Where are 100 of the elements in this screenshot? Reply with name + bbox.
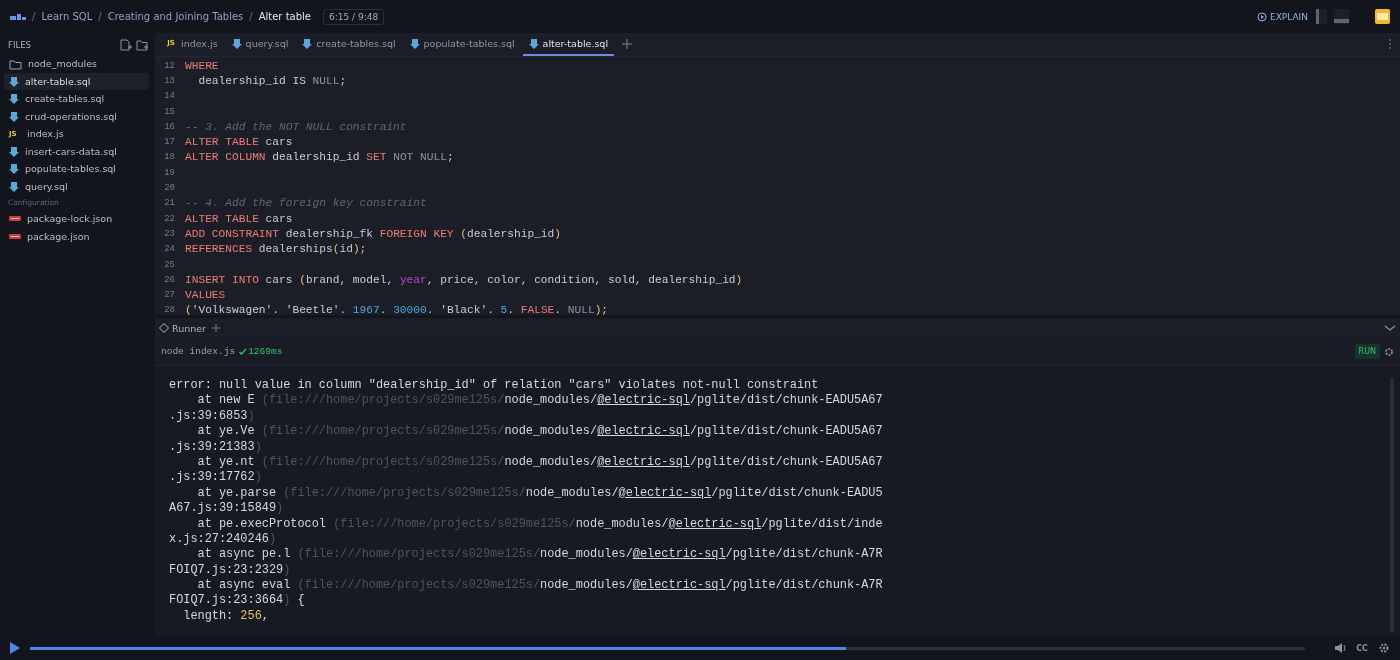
- file-tab[interactable]: alter-table.sql: [522, 33, 615, 56]
- terminal-line: at pe.execProtocol (file:///home/projects/s029me125s/node_modules/@electric-sql/pglite/dist/inde: [196, 516, 884, 532]
- line-number: 16: [163, 121, 176, 132]
- file-item[interactable]: query.sql: [4, 177, 149, 195]
- code-line: VALUES: [185, 289, 226, 302]
- terminal-line: x.js:27:240246): [169, 531, 278, 548]
- file-icon: [9, 180, 19, 192]
- file-icon: [9, 110, 19, 122]
- terminal-line: at ye.parse (file:///home/projects/s029me125s/node_modules/@electric-sql/pglite/dist/chunk-EADU5: [196, 485, 884, 502]
- line-number: 13: [163, 75, 176, 86]
- file-tab[interactable]: populate-tables.sql: [403, 33, 521, 56]
- runner-tab[interactable]: Runner: [159, 322, 206, 334]
- new-file-icon[interactable]: [120, 39, 132, 51]
- line-number: 14: [163, 91, 176, 102]
- line-number: 17: [163, 137, 176, 148]
- file-icon: [302, 37, 313, 49]
- terminal-line: FOIQ7.js:23:2329): [169, 562, 292, 579]
- terminal-line: at async pe.l (file:///home/projects/s029me125s/node_modules/@electric-sql/pglite/dist/chunk-A7R: [196, 547, 884, 563]
- panel-layout-icon[interactable]: [1334, 9, 1349, 24]
- play-circle-icon: [1256, 11, 1267, 22]
- files-heading: FILES: [8, 40, 32, 50]
- terminal-line: .js:39:21383): [169, 439, 263, 455]
- run-command: node index.js: [161, 346, 236, 357]
- line-number: 18: [163, 152, 176, 163]
- settings-icon[interactable]: [1384, 346, 1394, 357]
- run-duration: 1269ms: [239, 346, 283, 357]
- code-line: REFERENCES dealerships(id);: [185, 243, 367, 256]
- file-item[interactable]: node_modules: [4, 55, 149, 73]
- captions-button[interactable]: CC: [1356, 643, 1368, 653]
- code-line: WHERE: [185, 59, 219, 72]
- line-number: 20: [163, 183, 176, 193]
- explain-button[interactable]: EXPLAIN: [1256, 11, 1308, 22]
- breadcrumb-link[interactable]: Creating and Joining Tables: [107, 11, 244, 22]
- diamond-icon: [159, 323, 169, 333]
- code-line: -- 3. Add the NOT NULL constraint: [185, 120, 407, 133]
- terminal-line: at async eval (file:///home/projects/s029me125s/node_modules/@electric-sql/pglite/dist/chunk-A7R: [196, 578, 884, 594]
- line-number: 26: [163, 274, 176, 285]
- file-icon: [9, 163, 19, 175]
- code-line: ALTER TABLE cars: [185, 136, 293, 149]
- progress-bar[interactable]: [30, 646, 1306, 650]
- run-button[interactable]: RUN: [1354, 344, 1380, 359]
- line-number: 23: [163, 228, 176, 239]
- file-item[interactable]: insert-cars-data.sql: [4, 142, 149, 160]
- file-item[interactable]: create-tables.sql: [4, 90, 149, 108]
- file-icon: [9, 145, 19, 157]
- plus-icon: [622, 39, 633, 49]
- settings-icon[interactable]: [1378, 642, 1390, 654]
- file-item[interactable]: package-lock.json: [4, 210, 149, 228]
- code-line: ALTER COLUMN dealership_id SET NOT NULL;: [185, 151, 454, 164]
- new-folder-icon[interactable]: [136, 39, 149, 51]
- terminal-line: error: null value in column "dealership_id" of relation "cars" violates not-null constraint: [169, 378, 820, 394]
- file-item[interactable]: populate-tables.sql: [4, 160, 149, 178]
- sidebar-layout-icon[interactable]: [1314, 9, 1328, 24]
- breadcrumb-separator: /: [249, 11, 253, 22]
- line-number: 15: [163, 106, 176, 117]
- breadcrumb-separator: /: [32, 11, 36, 22]
- line-number: 27: [163, 290, 176, 301]
- volume-icon[interactable]: [1335, 642, 1347, 654]
- folder-icon: [9, 57, 22, 70]
- code-line: -- 4. Add the foreign key constraint: [185, 197, 427, 210]
- file-tab[interactable]: query.sql: [225, 33, 295, 56]
- json-file-icon: [9, 231, 21, 241]
- file-icon: [9, 93, 19, 105]
- line-number: 22: [163, 213, 176, 224]
- code-line: ('Volkswagen'. 'Beetle'. 1967. 30000. 'Black'. 5. FALSE. NULL);: [185, 304, 609, 315]
- code-line: ALTER TABLE cars: [185, 212, 293, 225]
- code-line: INSERT INTO cars (brand, model, year, price, color, condition, sold, dealership_id): [185, 273, 743, 286]
- terminal-line: length: 256,: [182, 608, 270, 625]
- file-icon: [231, 37, 242, 49]
- line-number: 21: [163, 198, 176, 209]
- logo-icon[interactable]: [10, 11, 26, 22]
- terminal-line: at new E (file:///home/projects/s029me125s/node_modules/@electric-sql/pglite/dist/chunk-EADU5A67: [196, 393, 884, 409]
- file-item[interactable]: crud-operations.sql: [4, 107, 149, 125]
- line-number: 19: [163, 167, 176, 178]
- file-tab[interactable]: create-tables.sql: [296, 33, 402, 56]
- terminal-line: .js:39:6853): [169, 408, 256, 425]
- terminal-line: at ye.nt (file:///home/projects/s029me125s/node_modules/@electric-sql/pglite/dist/chunk-EADU5A67: [196, 454, 884, 471]
- check-icon: [239, 348, 248, 355]
- video-time: 6:15 / 9:48: [322, 8, 385, 25]
- file-icon: [528, 37, 539, 49]
- line-number: 24: [163, 244, 176, 255]
- terminal-line: A67.js:39:15849): [169, 501, 285, 517]
- file-icon: [9, 75, 19, 87]
- breadcrumb-separator: /: [98, 11, 102, 22]
- file-item[interactable]: alter-table.sql: [4, 72, 149, 90]
- code-line: ADD CONSTRAINT dealership_fk FOREIGN KEY (dealership_id): [185, 227, 561, 240]
- play-icon[interactable]: [10, 642, 20, 654]
- file-icon: [409, 37, 420, 49]
- line-number: 25: [163, 259, 176, 270]
- terminal-line: at ye.Ve (file:///home/projects/s029me125s/node_modules/@electric-sql/pglite/dist/chunk-EADU5A67: [196, 424, 884, 440]
- chevron-down-icon[interactable]: [1384, 324, 1396, 332]
- code-line: dealership_id IS NULL;: [197, 74, 347, 87]
- line-number: 28: [163, 305, 176, 315]
- breadcrumb-link[interactable]: Learn SQL: [41, 11, 93, 22]
- line-number: 12: [163, 60, 176, 71]
- terminal-line: .js:39:17762): [169, 470, 263, 486]
- file-item[interactable]: package.json: [4, 227, 149, 245]
- json-file-icon: [9, 214, 21, 224]
- plus-icon[interactable]: [212, 324, 220, 332]
- terminal-line: FOIQ7.js:23:3664) {: [169, 593, 306, 609]
